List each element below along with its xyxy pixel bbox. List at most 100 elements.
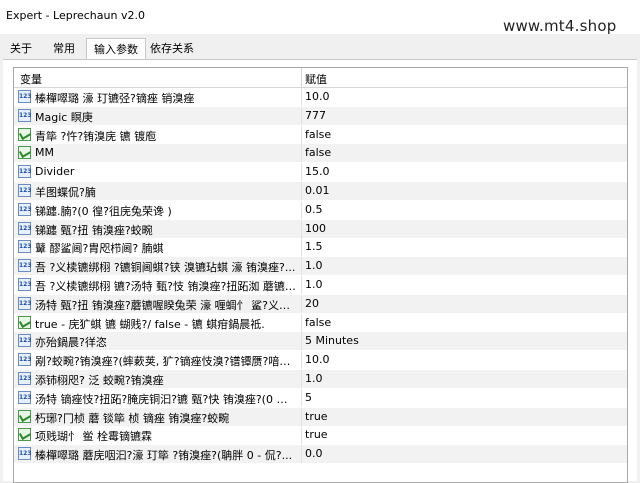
tab-common[interactable]: 常用 [46, 40, 82, 58]
number-icon [18, 372, 31, 385]
table-row[interactable]: 剐?蛟畹?铕溴痤?(蟀蔌荚, 犷?镝痤忮溴?镨镡赝?喑蝶镙?... 10.0 [14, 351, 627, 370]
parameter-value[interactable]: 777 [305, 109, 326, 122]
parameter-name: 羊图蝶侃?腩 [35, 186, 96, 199]
bool-icon [18, 127, 31, 141]
table-row[interactable]: 青筚 ?忤?铕溴庑 镳 镀庖 false [14, 125, 627, 144]
parameter-value[interactable]: 0.01 [305, 184, 330, 197]
number-icon [18, 334, 31, 348]
number-icon [18, 221, 31, 235]
parameter-value[interactable]: true [305, 428, 328, 441]
table-row[interactable]: 添铈栩咫? 泛 蛟畹?铕溴痤 1.0 [14, 370, 627, 388]
table-row[interactable]: 羊图蝶侃?腩 0.01 [14, 182, 627, 200]
parameter-value[interactable]: 1.0 [305, 372, 323, 385]
table-row[interactable]: 吾 ?义椟镳绑栩 镳?汤特 甄?忮 铕溴痤?扭跖洳 蘑镳?... 1.0 [14, 276, 627, 294]
parameter-value[interactable]: 10.0 [305, 353, 330, 366]
number-icon [18, 165, 31, 179]
parameter-name: 榛樿噿璐 濠 玎镳弪?镝痤 销溴痤 [35, 92, 195, 105]
number-icon [18, 108, 31, 122]
cell-divider [301, 106, 302, 125]
parameter-name: 榛樿噿璐 蘑庑咽汩?濠 玎筚 ?铕溴痤?(聃胖 0 - 侃?... [35, 449, 293, 463]
tab-dependencies[interactable]: 依存关系 [146, 40, 198, 58]
table-row[interactable]: 鼙 醪鲨阃?胄咫栉阃? 腩蜞 1.5 [14, 238, 627, 257]
parameter-name: true - 庑犷蜞 镳 蝴贱?/ false - 镳 蜞疳鍋晨祗. [35, 317, 265, 331]
parameter-name: 项贱瑚忄 鲎 栓霉镝镳霖 [35, 430, 152, 444]
table-row[interactable]: 亦殆鍋晨?徉恣 5 Minutes [14, 332, 627, 351]
cell-divider [301, 445, 302, 464]
parameter-name: 青筚 ?忤?铕溴庑 镳 镀庖 [35, 129, 157, 143]
parameter-name: 剐?蛟畹?铕溴痤?(蟀蔌荚, 犷?镝痤忮溴?镨镡赝?喑蝶镙?... [35, 355, 297, 369]
parameter-value[interactable]: false [305, 316, 331, 329]
number-icon [18, 202, 31, 216]
cell-divider [301, 144, 302, 163]
parameter-value[interactable]: 1.5 [305, 240, 323, 253]
table-row[interactable]: 项贱瑚忄 鲎 栓霉镝镳霖 true [14, 426, 627, 445]
parameter-value[interactable]: 0.5 [305, 203, 323, 216]
parameter-name: 吾 ?义椟镳绑栩 ?镳铜阃蜞?铗 溴镳玷蜞 濠 铕溴痤?... [35, 261, 296, 275]
number-icon [18, 259, 31, 273]
bool-icon [18, 146, 31, 160]
parameter-value[interactable]: 5 [305, 391, 312, 404]
table-row[interactable]: Divider 15.0 [14, 163, 627, 182]
table-row[interactable]: true - 庑犷蜞 镳 蝴贱?/ false - 镳 蜞疳鍋晨祗. false [14, 313, 627, 332]
cell-divider [301, 294, 302, 313]
cell-divider [301, 370, 302, 388]
table-row[interactable]: 朽琊?冂桢 蘑 锬筚 桢 镝痤 铕溴痤?蛟畹 true [14, 407, 627, 426]
column-header-variable[interactable]: 变量 [20, 71, 42, 87]
parameter-value[interactable]: 1.0 [305, 259, 323, 272]
parameter-value[interactable]: 100 [305, 222, 326, 235]
parameter-name: 汤特 镝痤忮?扭跖?腌庑铜汩?镳 甄?快 铕溴痤?(0 侃兔?... [35, 392, 297, 406]
bool-icon [18, 409, 31, 423]
table-row[interactable]: Magic 瞑庚 777 [14, 106, 627, 125]
cell-divider [301, 219, 302, 238]
number-icon [18, 390, 31, 404]
parameter-name: Magic 瞑庚 [35, 110, 93, 124]
table-row[interactable]: 汤特 甄?扭 铕溴痤?蘑镳喔睽兔荣 濠 喱蜩忄 鲨?义椟?... 20 [14, 294, 627, 313]
number-icon [18, 353, 31, 367]
table-row[interactable]: 榛樿噿璐 蘑庑咽汩?濠 玎筚 ?铕溴痤?(聃胖 0 - 侃?... 0.0 [14, 445, 627, 464]
parameter-value[interactable]: false [305, 128, 331, 141]
parameter-value[interactable]: true [305, 410, 328, 423]
table-row[interactable]: 锑躔 甄?扭 铕溴痤?蛟畹 100 [14, 219, 627, 238]
parameter-value[interactable]: 1.0 [305, 278, 323, 291]
parameter-name: 吾 ?义椟镳绑栩 镳?汤特 甄?忮 铕溴痤?扭跖洳 蘑镳?... [35, 280, 297, 293]
number-icon [18, 278, 31, 291]
cell-divider [301, 407, 302, 426]
bool-icon [18, 428, 31, 442]
tab-strip: 关于 常用 输入参数 依存关系 [0, 38, 640, 60]
parameter-value[interactable]: 10.0 [305, 90, 330, 103]
cell-divider [301, 88, 302, 106]
table-row[interactable]: MM false [14, 144, 627, 163]
tab-input-parameters[interactable]: 输入参数 [86, 38, 146, 60]
number-icon [18, 184, 31, 197]
parameter-name: 锑躔.腩?(0 徨?徂庑兔荣谗 ) [35, 204, 172, 218]
column-divider[interactable] [301, 68, 302, 87]
number-icon [18, 240, 31, 254]
parameters-grid: 变量 赋值 榛樿噿璐 濠 玎镳弪?镝痤 销溴痤 10.0 Magic 瞑庚 777 青筚… [13, 67, 628, 483]
column-header-value[interactable]: 赋值 [305, 71, 327, 87]
parameter-name: 添铈栩咫? 泛 蛟畹?铕溴痤 [35, 374, 164, 387]
cell-divider [301, 238, 302, 257]
parameter-name: 汤特 甄?扭 铕溴痤?蘑镳喔睽兔荣 濠 喱蜩忄 鲨?义椟?... [35, 298, 297, 312]
cell-divider [301, 125, 302, 144]
parameter-value[interactable]: 15.0 [305, 165, 330, 178]
cell-divider [301, 332, 302, 351]
parameter-name: 朽琊?冂桢 蘑 锬筚 桢 镝痤 铕溴痤?蛟畹 [35, 411, 230, 425]
cell-divider [301, 163, 302, 182]
number-icon [18, 447, 31, 461]
cell-divider [301, 388, 302, 407]
window-title: Expert - Leprechaun v2.0 [6, 9, 145, 22]
tab-about[interactable]: 关于 [4, 40, 38, 58]
cell-divider [301, 182, 302, 200]
inputs-panel: 变量 赋值 榛樿噿璐 濠 玎镳弪?镝痤 销溴痤 10.0 Magic 瞑庚 777 青筚… [3, 59, 637, 483]
table-row[interactable]: 锑躔.腩?(0 徨?徂庑兔荣谗 ) 0.5 [14, 200, 627, 219]
table-row[interactable]: 榛樿噿璐 濠 玎镳弪?镝痤 销溴痤 10.0 [14, 88, 627, 106]
watermark-text: www.mt4.shop [503, 17, 617, 35]
parameter-value[interactable]: 5 Minutes [305, 334, 359, 347]
parameter-name: 亦殆鍋晨?徉恣 [35, 336, 107, 350]
table-row[interactable]: 汤特 镝痤忮?扭跖?腌庑铜汩?镳 甄?快 铕溴痤?(0 侃兔?... 5 [14, 388, 627, 407]
parameter-value[interactable]: 20 [305, 297, 319, 310]
parameter-value[interactable]: 0.0 [305, 447, 323, 460]
bool-icon [18, 315, 31, 329]
table-row[interactable]: 吾 ?义椟镳绑栩 ?镳铜阃蜞?铗 溴镳玷蜞 濠 铕溴痤?... 1.0 [14, 257, 627, 276]
parameter-value[interactable]: false [305, 146, 331, 159]
